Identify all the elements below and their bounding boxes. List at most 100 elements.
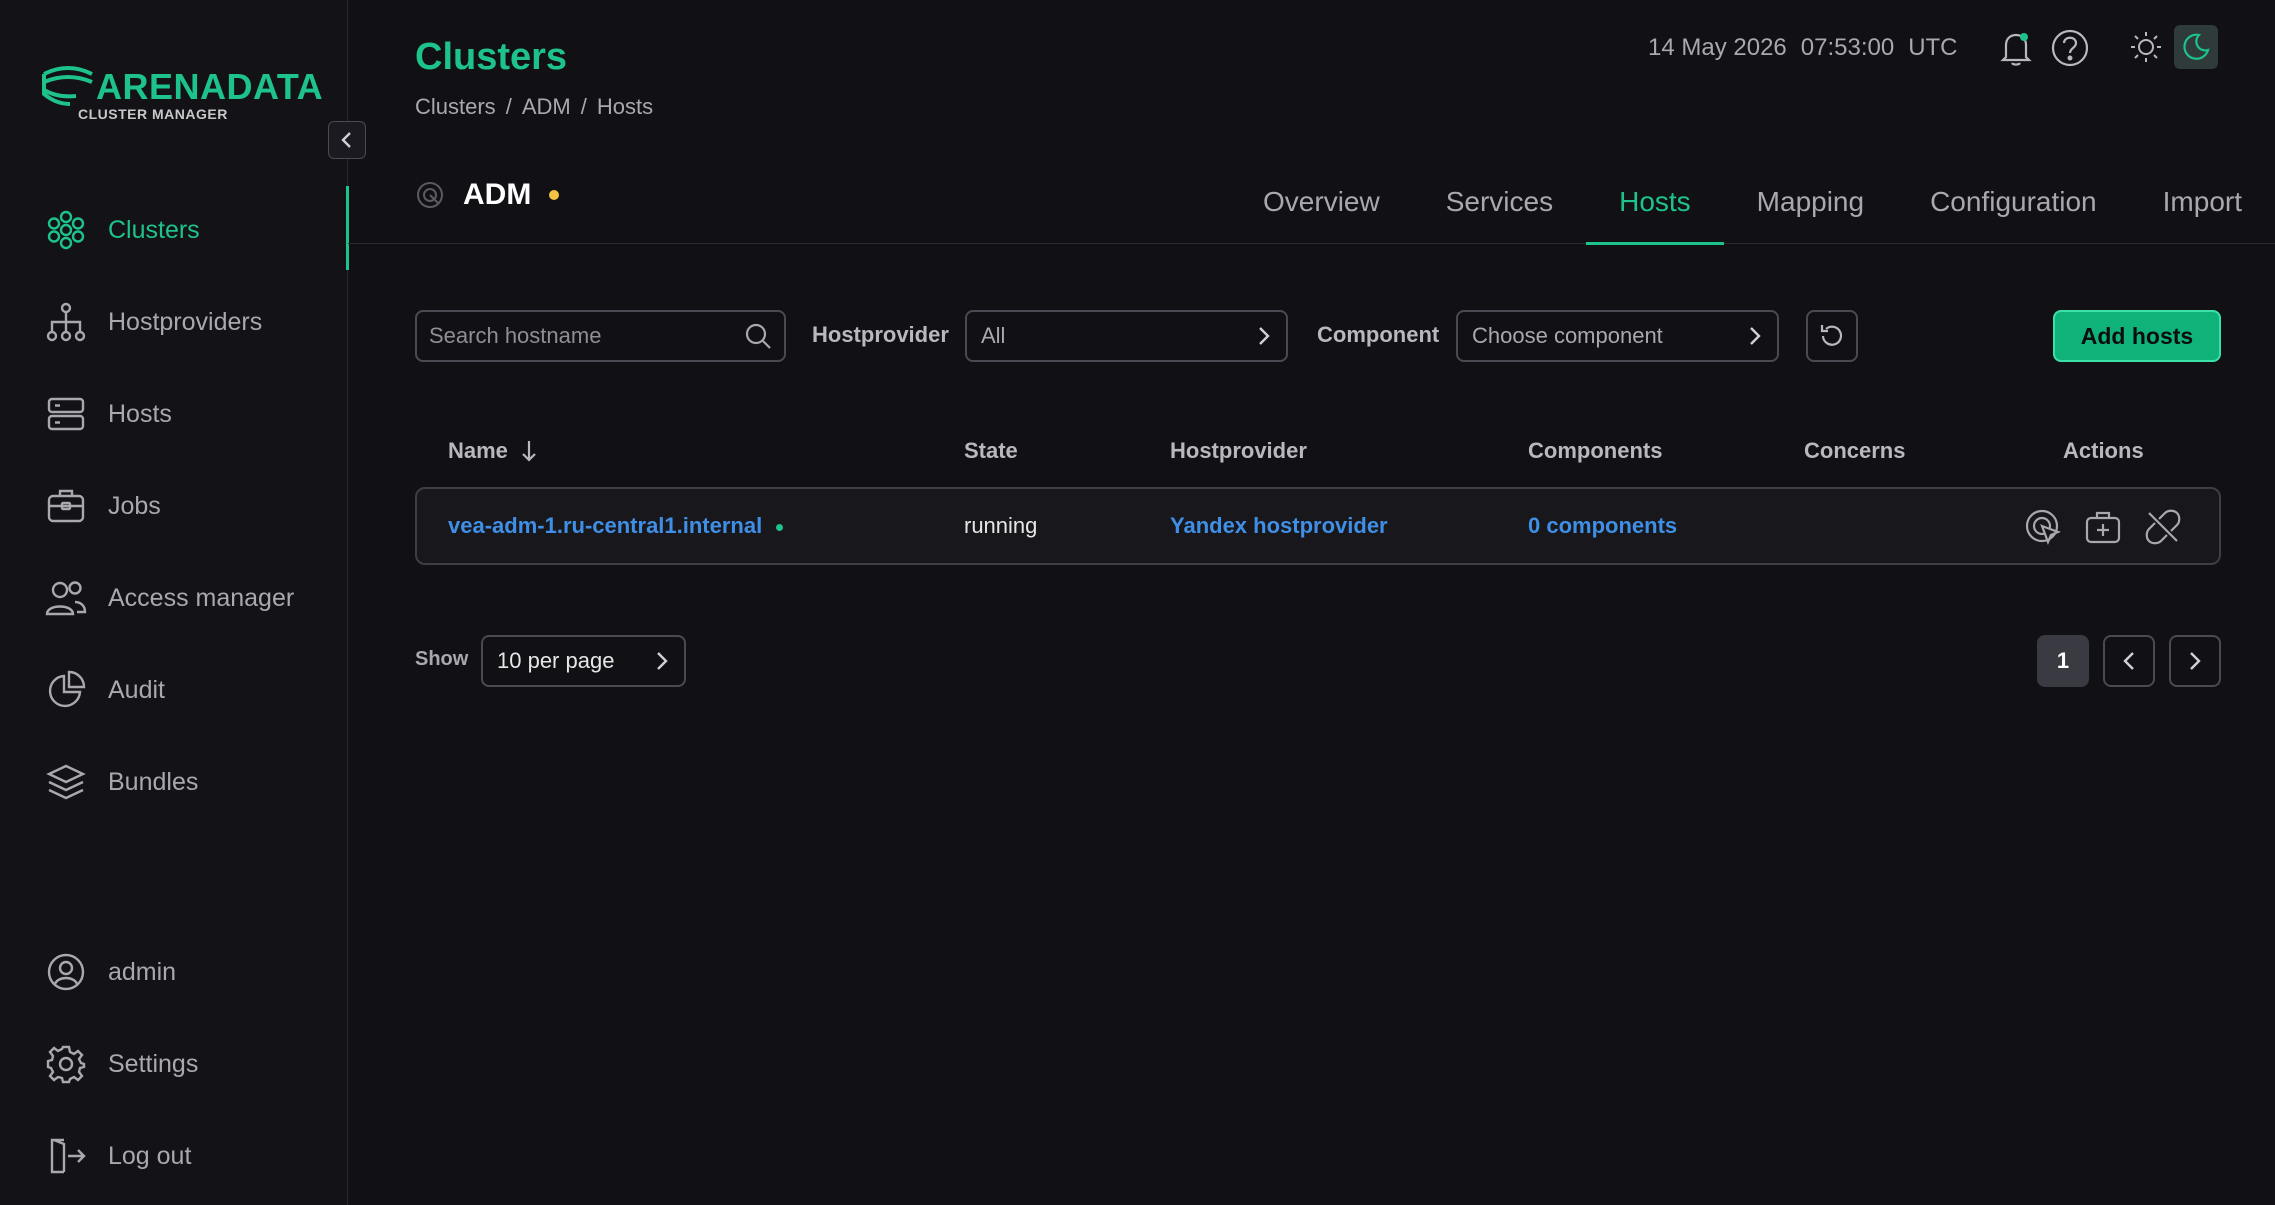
help-icon bbox=[2051, 29, 2089, 67]
sidebar-item-admin[interactable]: admin bbox=[0, 926, 348, 1018]
header-time: 07:53:00 bbox=[1800, 34, 1895, 61]
moon-icon bbox=[2183, 33, 2210, 60]
host-state: running bbox=[964, 513, 1038, 538]
per-page-select[interactable]: 10 per page bbox=[481, 635, 686, 687]
light-theme-button[interactable] bbox=[2124, 25, 2168, 69]
column-header-state: State bbox=[964, 438, 1018, 463]
host-name-link[interactable]: vea-adm-1.ru-central1.internal bbox=[448, 513, 762, 538]
search-placeholder: Search hostname bbox=[429, 323, 602, 348]
sidebar-item-jobs[interactable]: Jobs bbox=[0, 460, 348, 552]
table-row: vea-adm-1.ru-central1.internal running Y… bbox=[415, 487, 2221, 565]
prev-page-button[interactable] bbox=[2103, 635, 2155, 687]
hostprovider-select[interactable]: All bbox=[965, 310, 1288, 362]
components-link[interactable]: 0 components bbox=[1528, 513, 1677, 539]
cluster-name-text: ADM bbox=[463, 178, 532, 211]
audit-icon bbox=[44, 668, 88, 712]
cursor-click-icon bbox=[2025, 509, 2061, 545]
host-filters: Search hostname Hostprovider All Compone… bbox=[415, 310, 2221, 362]
dark-theme-button[interactable] bbox=[2174, 25, 2218, 69]
sidebar-item-label: Jobs bbox=[108, 491, 161, 520]
user-icon bbox=[44, 950, 88, 994]
next-page-button[interactable] bbox=[2169, 635, 2221, 687]
logo-subtitle: CLUSTER MANAGER bbox=[78, 106, 228, 122]
sidebar-item-settings[interactable]: Settings bbox=[0, 1018, 348, 1110]
hostprovider-filter-label: Hostprovider bbox=[812, 322, 949, 347]
tab-mapping[interactable]: Mapping bbox=[1724, 160, 1897, 244]
host-status-dot bbox=[776, 523, 784, 531]
reset-icon bbox=[1820, 325, 1843, 346]
sidebar-bottom-nav: admin Settings Log out bbox=[0, 926, 348, 1202]
theme-switch bbox=[2124, 25, 2218, 69]
sort-down-icon bbox=[522, 441, 536, 462]
reset-filters-button[interactable] bbox=[1806, 310, 1858, 362]
help-button[interactable] bbox=[2048, 26, 2092, 70]
run-action-button[interactable] bbox=[2021, 505, 2065, 549]
hostproviders-icon bbox=[44, 300, 88, 344]
search-icon bbox=[745, 323, 771, 349]
sidebar-item-label: Log out bbox=[108, 1141, 192, 1170]
access-manager-icon bbox=[44, 576, 88, 620]
host-name-cell: vea-adm-1.ru-central1.internal bbox=[448, 513, 784, 539]
header-datetime: 14 May 2026 07:53:00 UTC bbox=[1648, 34, 1958, 62]
unlink-icon bbox=[2145, 509, 2181, 545]
chevron-right-icon bbox=[1259, 327, 1270, 345]
header-icons bbox=[1994, 26, 2092, 70]
breadcrumb-hosts: Hosts bbox=[596, 94, 654, 119]
chevron-left-icon bbox=[341, 132, 351, 148]
sidebar-item-access-manager[interactable]: Access manager bbox=[0, 552, 348, 644]
column-header-name[interactable]: Name bbox=[448, 438, 538, 464]
hosts-icon bbox=[44, 392, 88, 436]
add-component-button[interactable] bbox=[2081, 505, 2125, 549]
cluster-action-icon[interactable] bbox=[415, 180, 445, 210]
tab-overview[interactable]: Overview bbox=[1230, 160, 1413, 244]
sidebar-item-hosts[interactable]: Hosts bbox=[0, 368, 348, 460]
breadcrumb-adm[interactable]: ADM bbox=[522, 94, 571, 120]
hosts-table-header: Name State Hostprovider Components Conce… bbox=[415, 428, 2221, 472]
tab-services[interactable]: Services bbox=[1413, 160, 1586, 244]
collapse-sidebar-button[interactable] bbox=[328, 121, 366, 159]
sidebar-item-label: Audit bbox=[108, 675, 165, 704]
breadcrumb-clusters[interactable]: Clusters bbox=[415, 94, 496, 120]
logo-title: ARENADATA bbox=[96, 66, 324, 107]
sidebar-item-hostproviders[interactable]: Hostproviders bbox=[0, 276, 348, 368]
logo-mark-icon bbox=[42, 66, 93, 106]
component-select-placeholder: Choose component bbox=[1472, 323, 1663, 348]
sidebar-item-clusters[interactable]: Clusters bbox=[0, 184, 349, 276]
sidebar-nav: Clusters Hostproviders Hosts Jobs Access… bbox=[0, 184, 349, 828]
component-select[interactable]: Choose component bbox=[1456, 310, 1779, 362]
briefcase-plus-icon bbox=[2085, 511, 2121, 544]
sidebar-item-label: Access manager bbox=[108, 583, 295, 612]
breadcrumb: Clusters / ADM / Hosts bbox=[415, 94, 653, 120]
tab-configuration[interactable]: Configuration bbox=[1897, 160, 2130, 244]
header-timezone: UTC bbox=[1908, 34, 1958, 61]
page-title: Clusters bbox=[415, 36, 568, 78]
sidebar-item-audit[interactable]: Audit bbox=[0, 644, 348, 736]
column-header-concerns: Concerns bbox=[1804, 438, 1906, 463]
arenadata-logo[interactable]: ARENADATA CLUSTER MANAGER bbox=[40, 60, 323, 130]
notifications-button[interactable] bbox=[1994, 26, 2038, 70]
chevron-right-icon bbox=[2190, 652, 2201, 670]
hostprovider-select-value: All bbox=[981, 323, 1006, 348]
page-button-current[interactable]: 1 bbox=[2037, 635, 2089, 687]
chevron-right-icon bbox=[657, 652, 668, 670]
breadcrumb-separator: / bbox=[580, 94, 587, 119]
sidebar-item-bundles[interactable]: Bundles bbox=[0, 736, 348, 828]
component-filter-label: Component bbox=[1317, 322, 1440, 347]
cluster-tabs: Overview Services Hosts Mapping Configur… bbox=[1230, 160, 2275, 245]
sidebar-item-label: Settings bbox=[108, 1049, 199, 1078]
sidebar-item-label: Hostproviders bbox=[108, 307, 263, 336]
sidebar-item-label: Clusters bbox=[108, 215, 200, 244]
tab-import[interactable]: Import bbox=[2130, 160, 2275, 244]
tab-hosts[interactable]: Hosts bbox=[1586, 160, 1724, 245]
column-header-actions: Actions bbox=[2063, 438, 2144, 463]
column-header-label: Name bbox=[448, 438, 508, 463]
add-hosts-button[interactable]: Add hosts bbox=[2053, 310, 2221, 362]
chevron-right-icon bbox=[1750, 327, 1761, 345]
sidebar-item-logout[interactable]: Log out bbox=[0, 1110, 348, 1202]
hostprovider-link[interactable]: Yandex hostprovider bbox=[1170, 513, 1388, 539]
search-input[interactable]: Search hostname bbox=[415, 310, 786, 362]
unlink-host-button[interactable] bbox=[2141, 505, 2185, 549]
cluster-name: ADM bbox=[415, 178, 560, 212]
sidebar-item-label: admin bbox=[108, 957, 177, 986]
gear-icon bbox=[44, 1042, 88, 1086]
